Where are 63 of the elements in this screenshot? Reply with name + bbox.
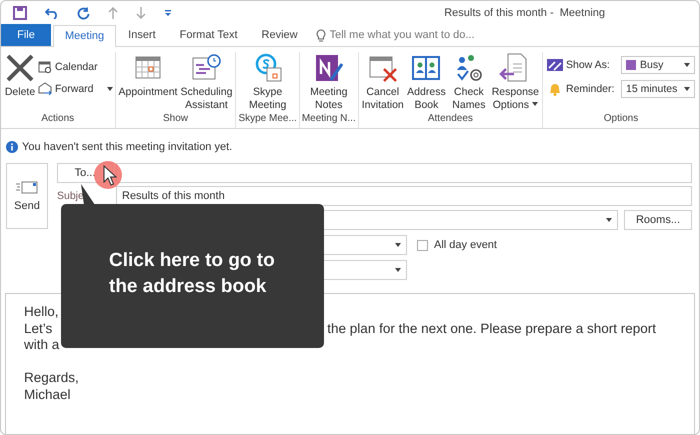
dropdown-arrow-icon[interactable] [684,87,690,91]
body-text: with a [24,337,60,354]
tooltip-pointer [81,184,95,205]
checkbox[interactable] [417,240,428,250]
file-tab[interactable]: File [1,24,51,46]
ribbon-tab[interactable]: Review [250,24,310,46]
ribbon-button[interactable]: Delete [3,52,37,113]
ribbon-button[interactable]: Forward [38,82,113,96]
group-label: Skype Mee... [238,113,297,126]
ribbon-tab[interactable]: Format Text [168,24,250,46]
option-label: Show As: [566,59,611,71]
ribbon-button[interactable]: Cancel Invitation [360,52,405,113]
option-label: Reminder: [566,83,616,95]
group-label: Actions [41,113,74,126]
undo-icon[interactable] [45,7,59,19]
window-title: Results of this month - Meetning [444,7,605,19]
ribbon-button[interactable]: Appointment [118,52,178,113]
field-label: Subje [57,190,84,202]
to-field[interactable] [116,163,692,183]
tell-me-field[interactable]: Tell me what you want to do... [330,29,475,41]
tooltip: Click here to go to the address book [61,204,324,348]
rooms-button[interactable]: Rooms... [624,210,692,230]
checkbox-label: All day event [434,239,497,251]
option-dropdown[interactable]: 15 minutes [621,80,695,98]
redo-icon[interactable] [77,6,90,20]
info-icon [6,140,18,152]
send-button[interactable]: Send [6,163,48,229]
group-label: Attendees [428,113,473,126]
click-marker-tooltip [93,160,123,190]
customize-icon[interactable] [164,9,172,17]
ribbon-button[interactable]: Scheduling Assistant [179,52,234,113]
dropdown-arrow-icon[interactable] [532,102,538,106]
dropdown-arrow-icon[interactable] [606,218,612,222]
status-bars-icon [547,58,563,72]
ribbon-button[interactable]: Meeting Notes [302,52,356,113]
envelope-icon [16,180,38,194]
lightbulb-icon [316,28,326,42]
ribbon-button[interactable]: Skype Meeting [238,52,297,113]
dropdown-arrow-icon[interactable] [684,63,690,67]
ribbon-button[interactable]: Response Options [490,52,540,113]
ribbon-button[interactable]: Address Book [406,52,448,113]
group-label: Meeting N... [302,113,356,126]
dropdown-arrow-icon[interactable] [395,268,401,272]
save-icon[interactable] [13,6,27,20]
ribbon-tab[interactable]: Insert [116,24,168,46]
body-text: Hello, [24,304,59,320]
ribbon-button[interactable]: Calendar [38,60,113,74]
x-mark-icon [4,52,36,84]
bell-icon [547,82,563,96]
group-label: Show [162,113,188,126]
subject-field[interactable]: Results of this month [116,186,692,206]
body-text: the plan for the next one. Please prepare a short report [327,320,656,337]
dropdown-arrow-icon[interactable] [106,87,113,91]
body-text: Michael [24,386,71,403]
dropdown-arrow-icon[interactable] [395,243,401,247]
ribbon-tab[interactable]: Meeting [53,25,116,47]
body-text: Regards, [24,370,79,386]
option-dropdown[interactable]: Busy [621,56,695,74]
ribbon-button[interactable]: Check Names [448,52,490,113]
group-label: Options [604,113,638,126]
calendar-icon [38,60,52,74]
body-text: Let’s [24,320,52,337]
info-message: You haven't sent this meeting invitation yet. [22,140,232,152]
